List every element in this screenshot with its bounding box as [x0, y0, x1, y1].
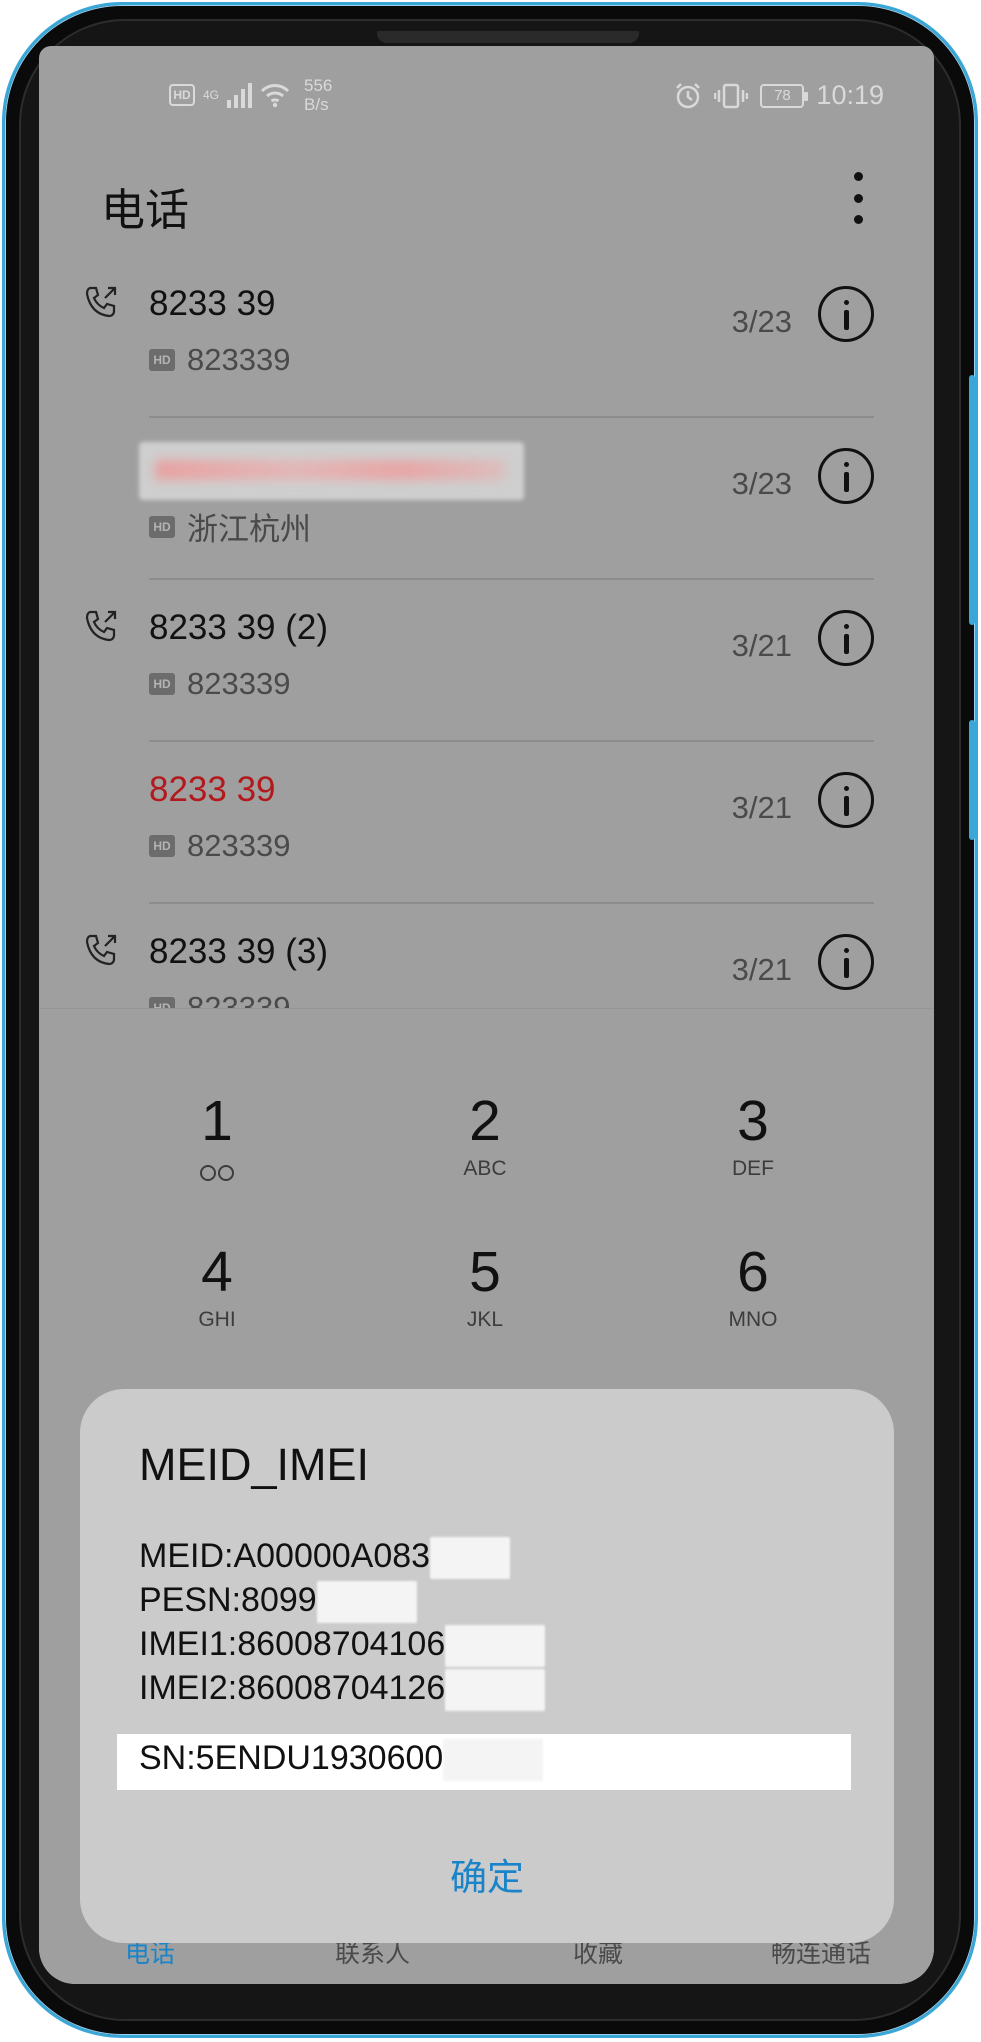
hd-call-icon: HD [149, 673, 175, 695]
battery-icon: 78 [760, 83, 809, 108]
dial-key-3[interactable]: 3 DEF [653, 1089, 853, 1181]
imei1-line: IMEI1:86008704106 [139, 1625, 546, 1668]
call-log-row[interactable]: 8233 39 (2) HD 823339 3/21 [39, 580, 934, 742]
missed-call-name: 8233 39 [149, 770, 276, 809]
hd-call-icon: HD [149, 349, 175, 371]
alarm-icon [676, 82, 701, 108]
voicemail-icon [200, 1165, 234, 1181]
redacted-value [445, 1669, 546, 1712]
call-log-row[interactable]: 8233 39 HD 823339 3/21 [39, 742, 934, 904]
status-time: 10:19 [816, 80, 884, 110]
hd-call-icon: HD [149, 835, 175, 857]
outgoing-call-icon [85, 286, 117, 318]
dial-key-1[interactable]: 1 [117, 1089, 317, 1181]
hd-call-icon: HD [149, 515, 175, 538]
info-icon[interactable] [818, 610, 874, 666]
dial-key-4[interactable]: 4 GHI [117, 1240, 317, 1332]
meid-imei-dialog: MEID_IMEI MEID:A00000A083 PESN:8099 IMEI… [80, 1389, 894, 1943]
volume-button [969, 375, 975, 625]
network-speed: 556 B/s [304, 76, 333, 114]
network-type: 4G [203, 88, 220, 102]
contact-name: 8233 39 [149, 284, 276, 323]
contact-name: 8233 39 (2) [149, 608, 329, 647]
dial-key-2[interactable]: 2 ABC [385, 1089, 585, 1181]
call-date: 3/23 [731, 466, 792, 501]
vibrate-icon [714, 83, 749, 108]
redacted-value [316, 1581, 417, 1624]
call-log-row[interactable]: HD 浙江杭州 3/23 [39, 418, 934, 580]
redacted-contact-name [139, 442, 524, 500]
dial-key-6[interactable]: 6 MNO [653, 1240, 853, 1332]
outgoing-call-icon [85, 610, 117, 642]
contact-name: 8233 39 (3) [149, 932, 329, 971]
info-icon[interactable] [818, 772, 874, 828]
phone-number: 823339 [187, 666, 291, 701]
call-date: 3/21 [731, 790, 792, 825]
status-bar: HD 4G 556 B/s 78 10:19 [39, 46, 934, 146]
info-icon[interactable] [818, 286, 874, 342]
call-location: 浙江杭州 [187, 512, 311, 547]
meid-line: MEID:A00000A083 [139, 1537, 511, 1580]
pesn-line: PESN:8099 [139, 1581, 417, 1624]
call-log-row[interactable]: 8233 39 HD 823339 3/23 [39, 256, 934, 418]
wifi-icon [260, 84, 290, 108]
redacted-value [443, 1739, 544, 1782]
redacted-value [445, 1625, 546, 1668]
hd-voice-icon: HD [169, 84, 195, 106]
outgoing-call-icon [85, 934, 117, 966]
earpiece [377, 31, 639, 43]
page-title: 电话 [101, 186, 189, 235]
imei2-line: IMEI2:86008704126 [139, 1669, 546, 1712]
sn-line: SN:5ENDU1930600 [139, 1739, 544, 1782]
call-date: 3/21 [731, 628, 792, 663]
phone-number: 823339 [187, 342, 291, 377]
call-date: 3/23 [731, 304, 792, 339]
info-icon[interactable] [818, 448, 874, 504]
call-date: 3/21 [731, 952, 792, 987]
redacted-value [430, 1537, 511, 1580]
phone-number: 823339 [187, 828, 291, 863]
call-log-row[interactable]: 8233 39 (3) HD 823339 3/21 [39, 904, 934, 1016]
more-options-icon[interactable] [848, 172, 868, 224]
dial-key-5[interactable]: 5 JKL [385, 1240, 585, 1332]
call-log-list: 8233 39 HD 823339 3/23 HD 浙江杭州 3/23 8233… [39, 256, 934, 1016]
power-button [969, 720, 975, 840]
ok-button[interactable]: 确定 [80, 1847, 894, 1901]
info-icon[interactable] [818, 934, 874, 990]
signal-icon [227, 82, 253, 108]
dialog-title: MEID_IMEI [139, 1439, 370, 1490]
